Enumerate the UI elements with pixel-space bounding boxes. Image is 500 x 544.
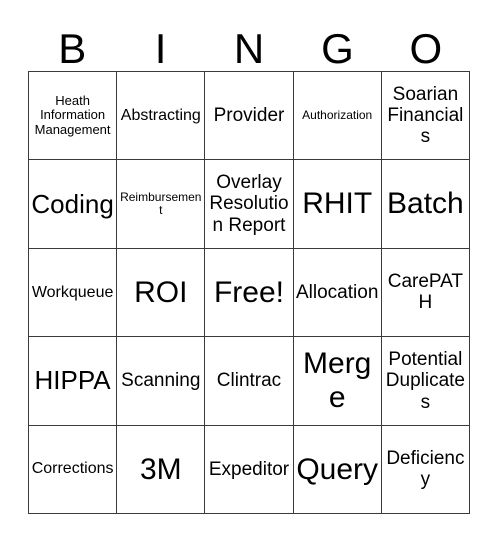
bingo-cell-label: Workqueue	[31, 283, 114, 301]
bingo-grid: Heath Information Management Abstracting…	[28, 71, 470, 514]
header-letter-o: O	[409, 25, 443, 72]
bingo-cell-label: Reimbursement	[120, 189, 202, 218]
bingo-cell[interactable]: Provider	[205, 72, 294, 161]
bingo-cell-label: Clintrac	[216, 370, 282, 392]
bingo-cell-label: Authorization	[302, 107, 373, 122]
bingo-cell[interactable]: Corrections	[29, 425, 118, 514]
bingo-cell-label: Potential Duplicates	[385, 348, 465, 413]
bingo-cell-label: CarePATH	[387, 271, 464, 314]
bingo-cell[interactable]: Batch	[381, 160, 470, 249]
bingo-cell-label: RHIT	[302, 187, 373, 221]
bingo-header-row: B I N G O	[28, 24, 470, 71]
bingo-cell-label: Coding	[31, 188, 114, 219]
bingo-cell[interactable]: Heath Information Management	[29, 72, 118, 161]
header-letter-n: N	[233, 25, 265, 72]
bingo-cell-label: Allocation	[296, 281, 379, 303]
bingo-cell-label: Soarian Financials	[387, 83, 464, 148]
bingo-cell[interactable]: Potential Duplicates	[381, 337, 470, 426]
bingo-cell[interactable]: Merge	[293, 337, 382, 426]
bingo-cell[interactable]: Expeditor	[205, 425, 294, 514]
bingo-cell-label: Overlay Resolution Report	[209, 172, 289, 236]
header-letter-g: G	[321, 25, 354, 72]
bingo-cell[interactable]: Query	[293, 425, 382, 514]
bingo-cell[interactable]: Clintrac	[205, 337, 294, 426]
bingo-cell-label: Deficiency	[386, 448, 465, 491]
bingo-cell-label: Scanning	[121, 370, 201, 392]
bingo-cell-label: Provider	[213, 105, 285, 127]
bingo-cell-label: Free!	[213, 275, 284, 309]
header-letter-b: B	[58, 25, 87, 72]
bingo-cell-label: Batch	[387, 187, 464, 221]
bingo-cell[interactable]: Reimbursement	[117, 160, 206, 249]
bingo-cell-label: HIPPA	[34, 365, 111, 396]
bingo-cell[interactable]: HIPPA	[29, 337, 118, 426]
bingo-card: B I N G O Heath Information Management A…	[0, 0, 500, 544]
bingo-cell[interactable]: ROI	[117, 248, 206, 338]
bingo-cell-free[interactable]: Free!	[205, 248, 294, 338]
bingo-cell-label: ROI	[134, 275, 188, 309]
bingo-cell-label: Heath Information Management	[34, 92, 111, 137]
bingo-cell[interactable]: 3M	[117, 425, 206, 514]
bingo-cell[interactable]: Coding	[29, 160, 118, 249]
bingo-cell[interactable]: Soarian Financials	[381, 72, 470, 161]
header-letter-i: I	[154, 25, 167, 72]
bingo-cell[interactable]: Authorization	[293, 72, 382, 161]
bingo-cell[interactable]: Overlay Resolution Report	[205, 160, 294, 249]
bingo-cell[interactable]: Deficiency	[381, 425, 470, 514]
bingo-cell-label: 3M	[139, 452, 182, 486]
bingo-cell[interactable]: RHIT	[293, 160, 382, 249]
bingo-cell[interactable]: Allocation	[293, 248, 382, 338]
bingo-cell-label: Abstracting	[120, 106, 201, 124]
bingo-cell[interactable]: Abstracting	[117, 72, 206, 161]
bingo-cell-label: Expeditor	[208, 458, 290, 480]
bingo-cell-label: Merge	[303, 347, 372, 414]
bingo-cell-label: Corrections	[31, 460, 114, 478]
bingo-cell[interactable]: CarePATH	[381, 248, 470, 338]
bingo-cell[interactable]: Workqueue	[29, 248, 118, 338]
bingo-cell-label: Query	[296, 452, 379, 486]
bingo-cell[interactable]: Scanning	[117, 337, 206, 426]
